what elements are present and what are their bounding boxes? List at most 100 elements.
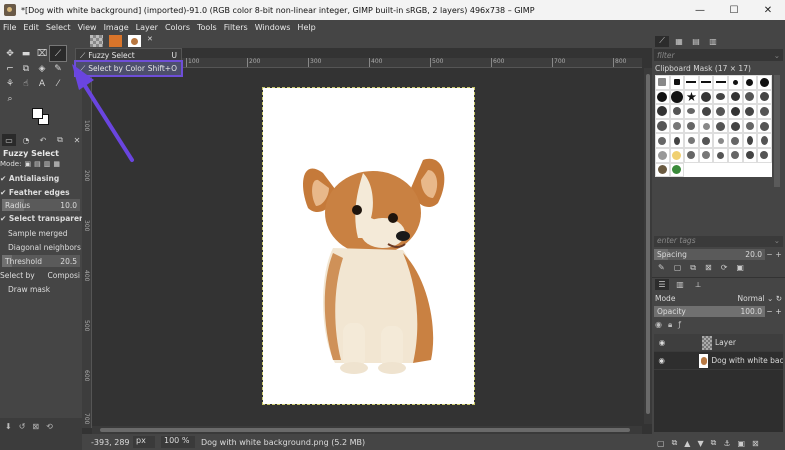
picker-tool-icon[interactable]: ⁄	[50, 76, 66, 91]
brush-tags-input[interactable]: enter tags ⌄	[654, 236, 783, 247]
brush-item[interactable]	[727, 118, 743, 134]
select-by-dropdown[interactable]: Composi	[48, 271, 80, 280]
brush-item[interactable]	[742, 118, 758, 134]
canvas-area[interactable]: 100 200 300 400 500 600 700 800 100 200 …	[82, 48, 652, 434]
move-tool-icon[interactable]: ✥	[2, 46, 18, 61]
brush-item[interactable]	[669, 162, 685, 178]
paths-tab-icon[interactable]: ⟂	[691, 279, 705, 290]
brush-item[interactable]	[698, 118, 714, 134]
lock-pixels-icon[interactable]: ◉	[655, 320, 662, 330]
brush-item[interactable]	[727, 104, 743, 119]
mode-intersect-icon[interactable]: ▦	[53, 160, 60, 168]
brush-item[interactable]	[669, 118, 685, 134]
delete-options-icon[interactable]: ⊠	[32, 422, 39, 431]
brush-item[interactable]	[727, 75, 743, 90]
unit-dropdown[interactable]: px	[133, 436, 155, 448]
brush-item[interactable]	[669, 75, 685, 90]
lock-alpha-icon[interactable]: ƒ	[678, 320, 681, 330]
minimize-button[interactable]: —	[683, 0, 717, 20]
duplicate-layer-icon[interactable]: ⧉	[711, 438, 717, 448]
image-tab-transparent[interactable]	[90, 35, 103, 47]
new-group-icon[interactable]: ⧉	[672, 438, 678, 448]
brush-item[interactable]	[698, 133, 714, 148]
menu-layer[interactable]: Layer	[136, 23, 158, 32]
clone-tool-icon[interactable]: ⚘	[2, 76, 18, 91]
delete-brush-icon[interactable]: ⊠	[705, 263, 712, 273]
fonts-tab-icon[interactable]: ▤	[689, 36, 703, 47]
images-tab-icon[interactable]: ⧉	[53, 134, 67, 146]
brush-item[interactable]	[655, 104, 670, 119]
menu-select[interactable]: Select	[46, 23, 71, 32]
new-layer-icon[interactable]: ▢	[657, 439, 665, 448]
brush-item[interactable]	[713, 118, 728, 134]
menu-edit[interactable]: Edit	[23, 23, 39, 32]
select-transparent-checkbox[interactable]: ✔ Select transparent a	[0, 214, 82, 223]
channels-tab-icon[interactable]: ▥	[673, 279, 687, 290]
rect-select-tool-icon[interactable]: ▬	[18, 46, 34, 61]
brush-item[interactable]	[757, 133, 772, 148]
tool-options-tab-icon[interactable]: ▭	[2, 134, 16, 146]
minus-icon[interactable]: −	[766, 250, 772, 259]
image-tab-close-icon[interactable]: ✕	[147, 35, 155, 47]
menu-help[interactable]: Help	[297, 23, 315, 32]
menu-tools[interactable]: Tools	[197, 23, 217, 32]
antialiasing-checkbox[interactable]: ✔ Antialiasing	[0, 174, 82, 183]
save-options-icon[interactable]: ⬇	[5, 422, 12, 431]
mask-layer-icon[interactable]: ▣	[737, 439, 745, 448]
image-tab-orange[interactable]	[109, 35, 122, 47]
brush-item[interactable]	[655, 147, 670, 163]
fuzzy-select-tool-icon[interactable]: ⟋	[49, 45, 67, 62]
layer-mode-dropdown[interactable]: Normal ⌄ ↻	[738, 294, 782, 303]
brush-item[interactable]	[742, 104, 758, 119]
vertical-scrollbar[interactable]	[644, 68, 652, 424]
transform-tool-icon[interactable]: ⧉	[18, 61, 34, 76]
image-canvas[interactable]	[262, 87, 475, 405]
brush-item[interactable]	[757, 147, 772, 163]
feather-edges-checkbox[interactable]: ✔ Feather edges	[0, 188, 82, 197]
brush-item[interactable]	[655, 75, 670, 90]
duplicate-brush-icon[interactable]: ⧉	[690, 263, 696, 273]
brush-item[interactable]	[713, 104, 728, 119]
new-brush-icon[interactable]: ▢	[674, 263, 682, 273]
brush-item[interactable]	[742, 75, 758, 90]
diagonal-neighbors-checkbox[interactable]: Diagonal neighbors	[0, 243, 82, 252]
brush-item[interactable]	[698, 89, 714, 105]
select-by-color-menu-item[interactable]: ⟋ Select by Color Shift+O	[74, 60, 183, 77]
brush-item[interactable]	[727, 89, 743, 105]
patterns-tab-icon[interactable]: ▦	[672, 36, 686, 47]
brush-item[interactable]	[684, 147, 699, 163]
brush-item[interactable]	[669, 133, 685, 148]
menu-filters[interactable]: Filters	[224, 23, 248, 32]
brush-item[interactable]	[742, 89, 758, 105]
brush-item[interactable]	[698, 147, 714, 163]
mode-replace-icon[interactable]: ▣	[24, 160, 31, 168]
brush-item[interactable]	[669, 147, 685, 163]
color-swatches[interactable]	[30, 106, 52, 128]
layer-row[interactable]: ◉ Dog with white back	[654, 352, 783, 370]
plus-icon[interactable]: +	[775, 250, 781, 259]
brush-item[interactable]	[727, 133, 743, 148]
brush-item[interactable]	[698, 75, 714, 90]
brush-item[interactable]	[713, 147, 728, 163]
threshold-slider[interactable]: Threshold 20.5	[2, 255, 80, 267]
brush-item[interactable]	[684, 133, 699, 148]
horizontal-scrollbar[interactable]	[92, 426, 642, 434]
fuzzy-select-menu-item[interactable]: ⟋ Fuzzy Select U	[76, 49, 181, 62]
eye-icon[interactable]: ◉	[656, 338, 668, 347]
maximize-button[interactable]: ☐	[717, 0, 751, 20]
text-tool-icon[interactable]: A	[34, 76, 50, 91]
eye-icon[interactable]: ◉	[656, 356, 667, 365]
foreground-color-swatch[interactable]	[32, 108, 43, 119]
brush-item[interactable]	[742, 133, 758, 148]
brushes-tab-icon[interactable]: ⟋	[655, 35, 669, 47]
radius-slider[interactable]: Radius 10.0	[2, 199, 80, 211]
edit-brush-icon[interactable]: ✎	[658, 263, 665, 273]
draw-mask-checkbox[interactable]: Draw mask	[0, 285, 82, 294]
brush-item[interactable]	[655, 133, 670, 148]
mode-add-icon[interactable]: ▤	[34, 160, 41, 168]
brush-item[interactable]	[727, 147, 743, 163]
delete-layer-icon[interactable]: ⊠	[752, 439, 759, 448]
brush-scrollbar[interactable]	[774, 75, 780, 187]
raise-layer-icon[interactable]: ▲	[684, 439, 690, 448]
layer-row[interactable]: ◉ Layer	[654, 334, 783, 352]
